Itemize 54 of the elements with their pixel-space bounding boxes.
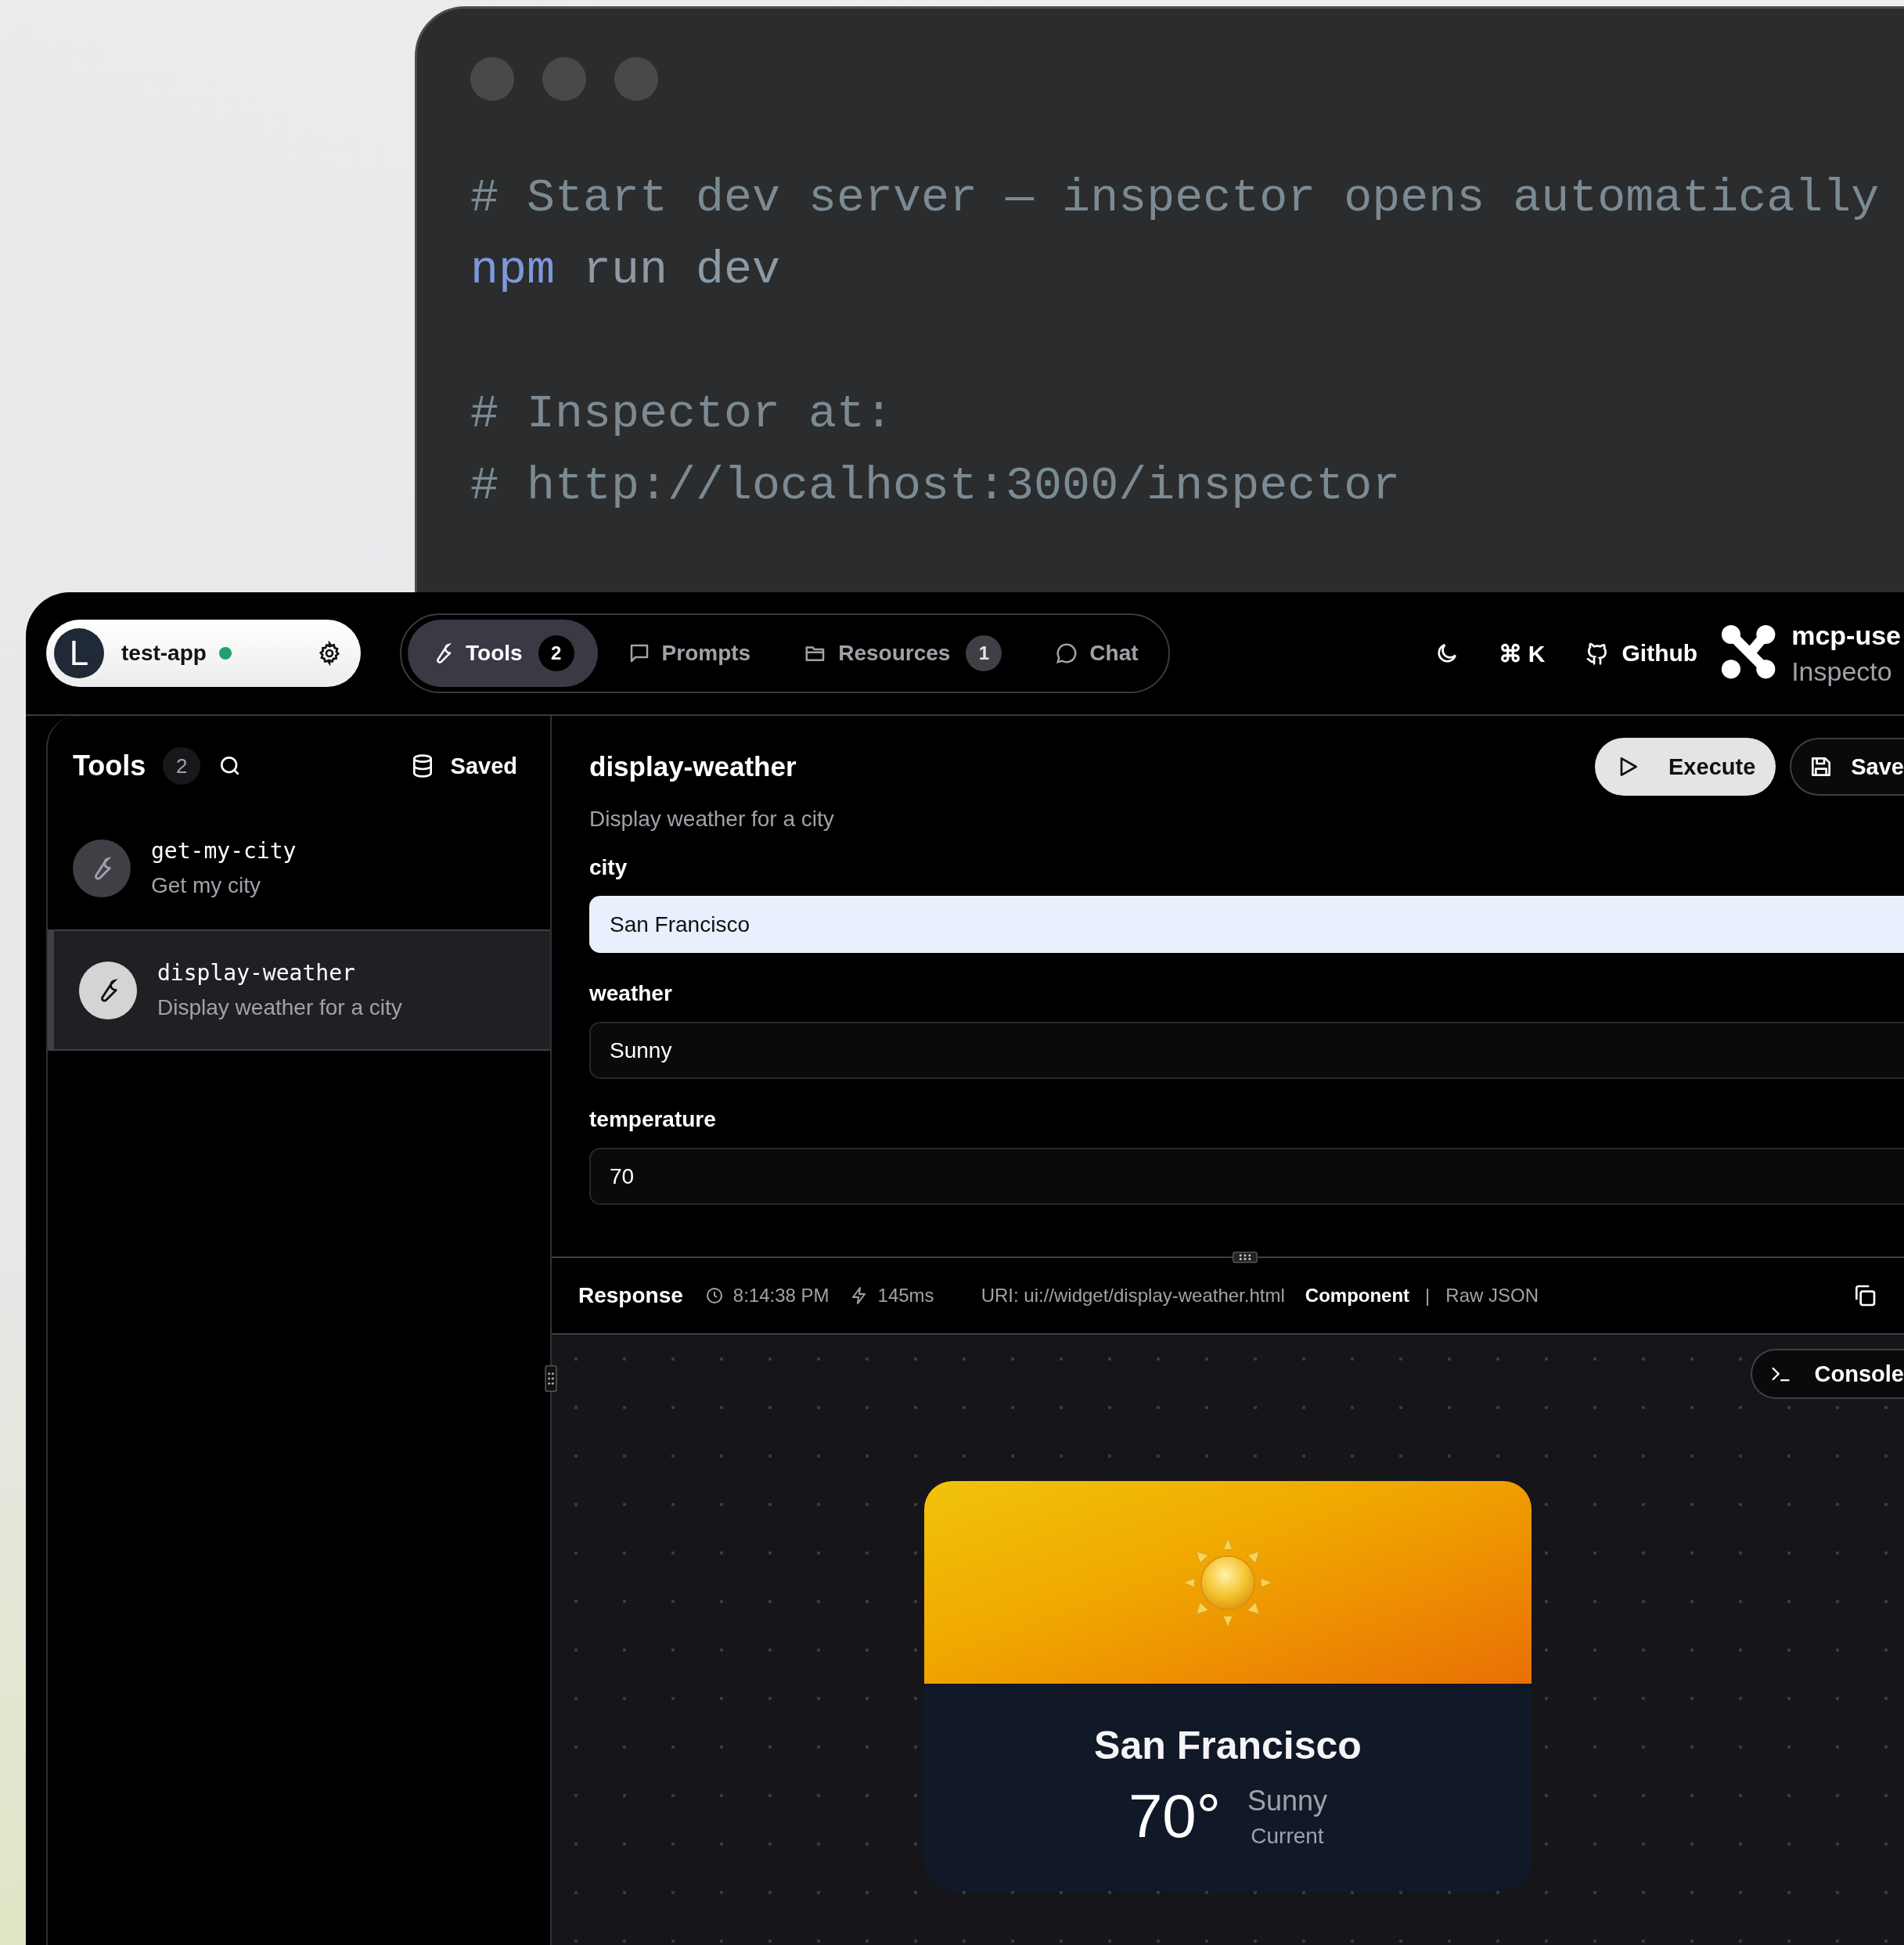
github-link[interactable]: Github xyxy=(1584,640,1698,667)
weather-caption: Current xyxy=(1251,1823,1324,1849)
input-field[interactable]: San Francisco xyxy=(589,896,1904,953)
separator: | xyxy=(1425,1285,1431,1307)
tool-list-item[interactable]: display-weather Display weather for a city xyxy=(48,929,550,1051)
input-field[interactable]: 70 xyxy=(589,1148,1904,1205)
field-label: weather xyxy=(589,981,673,1006)
input-field[interactable]: Sunny xyxy=(589,1022,1904,1079)
code-comment: # http://localhost:3000/inspector xyxy=(470,459,1401,512)
view-toggle[interactable]: Component xyxy=(1305,1285,1410,1307)
server-selector[interactable]: L test-app xyxy=(46,620,361,687)
resize-handle-icon[interactable] xyxy=(1233,1251,1258,1264)
nav-tab[interactable]: Prompts xyxy=(603,620,775,687)
code-command: npm xyxy=(470,243,556,297)
response-label: Response xyxy=(578,1283,683,1308)
nav-tab[interactable]: Chat xyxy=(1031,620,1162,687)
count-badge: 2 xyxy=(163,747,201,785)
weather-city: San Francisco xyxy=(1094,1723,1362,1768)
weather-condition: Sunny xyxy=(1247,1784,1327,1817)
clock-icon xyxy=(704,1286,724,1305)
saved-button[interactable]: Saved xyxy=(405,752,522,780)
code-comment: # Start dev server — inspector opens automatically xyxy=(470,171,1880,225)
tool-description: Get my city xyxy=(151,873,261,898)
response-time: 8:14:38 PM xyxy=(732,1285,830,1307)
field-label: temperature xyxy=(589,1107,717,1132)
settings-icon[interactable] xyxy=(317,641,342,666)
brand-name: mcp-use xyxy=(1791,620,1901,652)
sun-icon xyxy=(1182,1536,1274,1629)
command-shortcut[interactable]: ⌘ K xyxy=(1498,639,1546,667)
sidebar-title: Tools xyxy=(73,750,146,782)
weather-temperature: 70° xyxy=(1128,1781,1221,1852)
code-comment: # Inspector at: xyxy=(470,387,894,440)
nav-tab[interactable]: Tools 2 xyxy=(408,620,598,687)
tool-name: display-weather xyxy=(157,960,356,986)
tool-title: display-weather xyxy=(589,751,797,782)
save-button[interactable]: Save xyxy=(1790,738,1904,796)
tool-name: get-my-city xyxy=(151,838,297,864)
code-arguments: run dev xyxy=(583,243,781,297)
field-label: city xyxy=(589,855,628,880)
console-button[interactable]: Console xyxy=(1750,1349,1904,1399)
server-name: test-app xyxy=(121,641,207,666)
resource-uri: URI: ui://widget/display-weather.html xyxy=(981,1285,1285,1307)
tool-list-item[interactable]: get-my-city Get my city xyxy=(48,808,550,929)
tool-description: Display weather for a city xyxy=(589,807,835,832)
avatar: L xyxy=(54,628,104,678)
brand-subtitle: Inspecto xyxy=(1791,656,1893,688)
view-toggle[interactable]: Raw JSON xyxy=(1445,1285,1539,1307)
tool-description: Display weather for a city xyxy=(157,995,402,1020)
resize-handle-icon[interactable] xyxy=(545,1365,557,1392)
response-duration: 145ms xyxy=(877,1285,934,1307)
execute-button[interactable]: Execute xyxy=(1595,738,1776,796)
count-badge: 2 xyxy=(538,635,574,671)
count-badge: 1 xyxy=(966,635,1002,671)
nav-tab[interactable]: Resources 1 xyxy=(780,620,1026,687)
